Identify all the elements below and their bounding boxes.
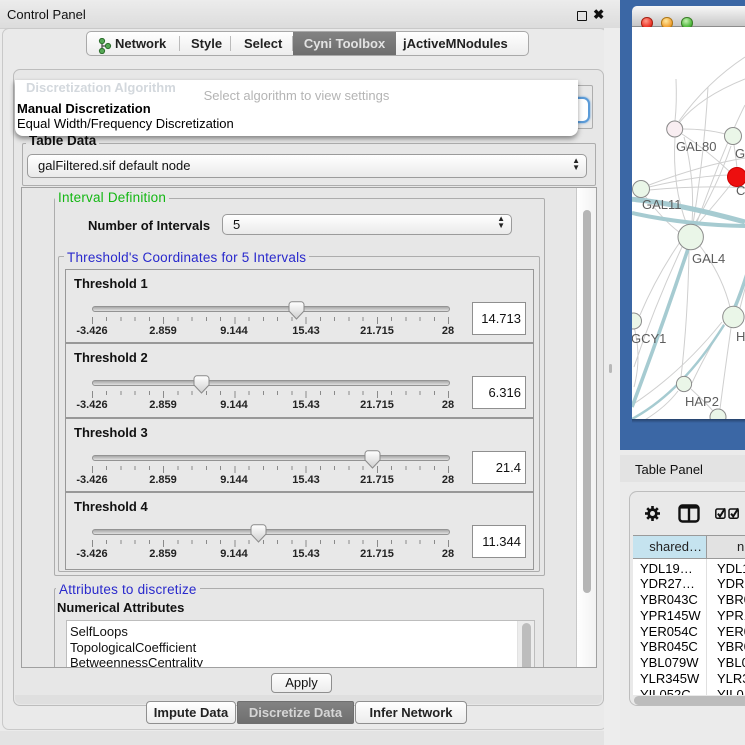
svg-text:HAP2: HAP2 bbox=[685, 394, 719, 409]
svg-text:GAL80: GAL80 bbox=[676, 139, 716, 154]
svg-text:GAL4: GAL4 bbox=[692, 251, 725, 266]
svg-text:GAL11: GAL11 bbox=[642, 197, 682, 212]
svg-text:GCY1: GCY1 bbox=[632, 331, 666, 346]
svg-text:G: G bbox=[735, 146, 745, 161]
svg-text:H: H bbox=[736, 329, 745, 344]
svg-text:C: C bbox=[736, 183, 745, 198]
